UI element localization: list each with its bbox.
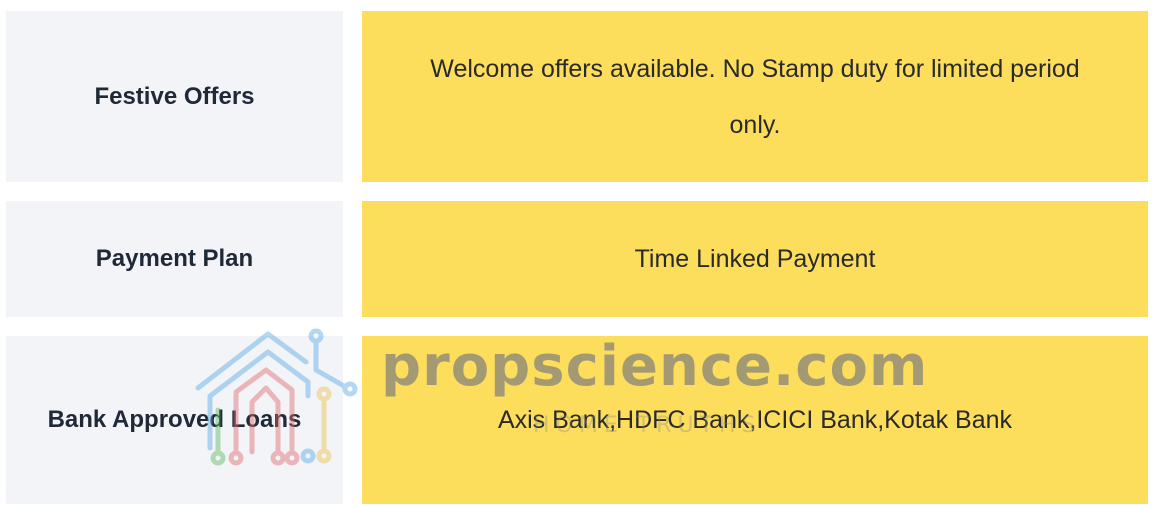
row-label-cell: Festive Offers [6,11,343,182]
row-value-cell: Axis Bank,HDFC Bank,ICICI Bank,Kotak Ban… [362,336,1148,504]
row-value-cell: Welcome offers available. No Stamp duty … [362,11,1148,182]
details-row-festive-offers: Festive Offers Welcome offers available.… [6,11,1148,182]
details-row-bank-loans: Bank Approved Loans Axis Bank,HDFC Bank,… [6,336,1148,504]
row-label: Festive Offers [94,82,255,110]
row-label-cell: Bank Approved Loans [6,336,343,504]
row-value: Welcome offers available. No Stamp duty … [430,54,1080,139]
row-value: Time Linked Payment [634,245,876,273]
row-value: Axis Bank,HDFC Bank,ICICI Bank,Kotak Ban… [497,406,1013,434]
row-label: Bank Approved Loans [47,406,302,433]
row-label: Payment Plan [95,245,254,272]
details-row-payment-plan: Payment Plan Time Linked Payment [6,201,1148,317]
row-value-cell: Time Linked Payment [362,201,1148,317]
row-label-cell: Payment Plan [6,201,343,317]
